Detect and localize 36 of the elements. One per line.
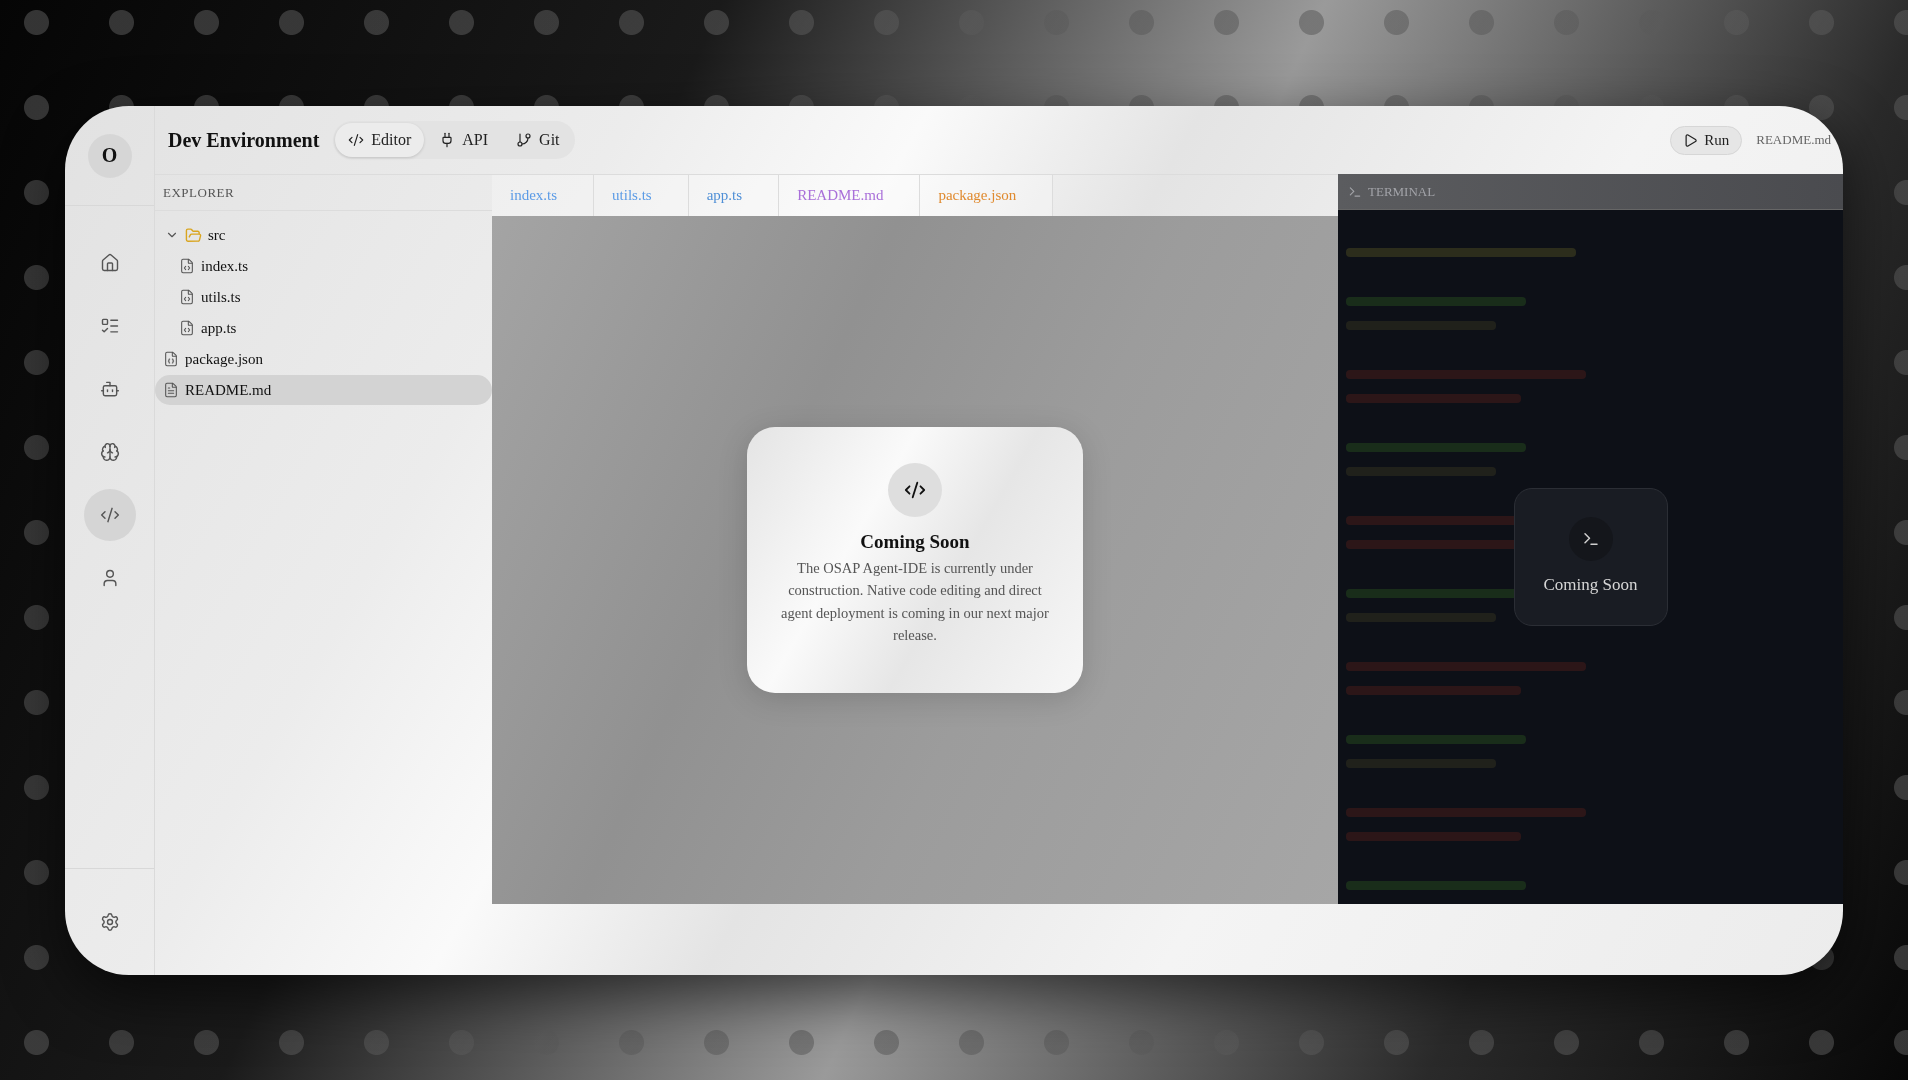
explorer-title: EXPLORER xyxy=(163,184,235,201)
file-icon xyxy=(179,258,195,274)
current-file-label: README.md xyxy=(1756,132,1831,148)
settings-icon[interactable] xyxy=(99,912,120,932)
nav-icon xyxy=(99,253,120,273)
tree-item[interactable]: app.ts xyxy=(155,313,492,343)
mode-tab[interactable]: API xyxy=(426,123,502,157)
card-message: The OSAP Agent-IDE is currently under construction. Native code editing and direct agent deployment is coming in our next major release. xyxy=(781,559,1049,646)
terminal-title: TERMINAL xyxy=(1368,183,1436,200)
nav-icon xyxy=(99,316,120,336)
file-icon xyxy=(163,382,179,398)
file-icon xyxy=(163,351,179,367)
nav-icon xyxy=(99,442,120,462)
tree-item[interactable]: index.ts xyxy=(155,251,492,281)
code-icon xyxy=(904,479,926,501)
folder-icon xyxy=(185,226,202,244)
code-icon xyxy=(348,132,365,148)
mode-tab[interactable]: Editor xyxy=(335,123,425,157)
file-icon xyxy=(179,289,195,305)
card-title: Coming Soon xyxy=(860,531,970,553)
terminal-icon xyxy=(1348,184,1362,199)
tree-item[interactable]: utils.ts xyxy=(155,282,492,312)
tree-item[interactable]: src xyxy=(155,220,492,250)
file-icon xyxy=(179,320,195,336)
nav-icon xyxy=(99,379,120,399)
terminal-icon xyxy=(1581,530,1600,548)
branch-icon xyxy=(516,132,533,148)
run-button[interactable]: Run xyxy=(1670,125,1743,155)
nav-icon xyxy=(99,505,120,525)
tree-item[interactable]: package.json xyxy=(155,344,492,374)
mode-tab[interactable]: Git xyxy=(503,123,573,157)
tree-item[interactable]: README.md xyxy=(155,375,492,405)
page-title: Dev Environment xyxy=(168,128,320,152)
card-title: Coming Soon xyxy=(1543,575,1638,595)
avatar[interactable]: O xyxy=(87,133,132,178)
play-icon xyxy=(1683,132,1699,148)
